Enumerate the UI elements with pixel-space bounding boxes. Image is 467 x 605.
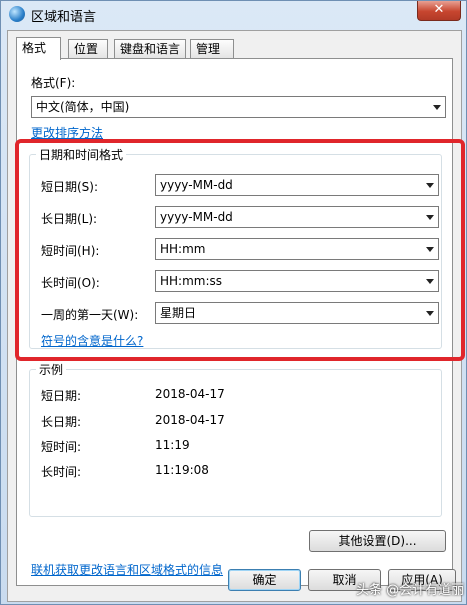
tab-formats[interactable]: 格式 (16, 37, 61, 60)
first-day-value: 星期日 (160, 306, 197, 320)
format-label: 格式(F): (31, 76, 76, 90)
datetime-group-title: 日期和时间格式 (36, 146, 127, 163)
example-long-date-label: 长日期: (41, 415, 82, 429)
format-select[interactable]: 中文(简体，中国) (31, 96, 446, 118)
close-button[interactable]: ✕ (417, 1, 461, 21)
change-sort-link[interactable]: 更改排序方法 (31, 124, 103, 141)
long-time-label: 长时间(O): (41, 276, 100, 290)
short-time-select[interactable]: HH:mm (155, 238, 439, 260)
example-long-time-label: 长时间: (41, 465, 82, 479)
symbol-meaning-link[interactable]: 符号的含意是什么? (41, 332, 143, 349)
globe-icon (9, 6, 25, 22)
watermark-text: 头条 @会计有道丽 (356, 583, 465, 598)
example-long-time-value: 11:19:08 (155, 463, 209, 477)
example-short-time-label: 短时间: (41, 440, 82, 454)
chevron-down-icon (426, 279, 434, 284)
tab-location[interactable]: 位置 (68, 39, 108, 58)
example-short-time-value: 11:19 (155, 438, 190, 452)
short-date-label: 短日期(S): (41, 180, 99, 194)
examples-group-title: 示例 (36, 361, 67, 378)
chevron-down-icon (426, 215, 434, 220)
formats-panel: 格式(F): 中文(简体，中国) 更改排序方法 日期和时间格式 短日期(S): … (16, 58, 453, 586)
short-time-value: HH:mm (160, 242, 206, 256)
chevron-down-icon (426, 183, 434, 188)
chevron-down-icon (433, 105, 441, 110)
format-select-value: 中文(简体，中国) (36, 100, 130, 114)
tab-keyboards-languages[interactable]: 键盘和语言 (114, 39, 186, 58)
other-settings-button[interactable]: 其他设置(D)... (309, 530, 446, 552)
example-long-date-value: 2018-04-17 (155, 413, 225, 427)
first-day-label: 一周的第一天(W): (41, 308, 139, 322)
example-short-date-value: 2018-04-17 (155, 387, 225, 401)
chevron-down-icon (426, 247, 434, 252)
long-date-label: 长日期(L): (41, 212, 98, 226)
first-day-select[interactable]: 星期日 (155, 302, 439, 324)
short-date-value: yyyy-MM-dd (160, 178, 233, 192)
long-date-select[interactable]: yyyy-MM-dd (155, 206, 439, 228)
dialog-client-area: 格式 位置 键盘和语言 管理 格式(F): 中文(简体，中国) 更改排序方法 日… (7, 30, 462, 602)
examples-group: 示例 (29, 361, 442, 517)
short-time-label: 短时间(H): (41, 244, 100, 258)
region-language-dialog: 区域和语言 ✕ 格式 位置 键盘和语言 管理 格式(F): 中文(简体，中国) … (0, 0, 467, 605)
long-time-value: HH:mm:ss (160, 274, 223, 288)
example-short-date-label: 短日期: (41, 389, 82, 403)
short-date-select[interactable]: yyyy-MM-dd (155, 174, 439, 196)
ok-button[interactable]: 确定 (228, 569, 301, 591)
long-time-select[interactable]: HH:mm:ss (155, 270, 439, 292)
tab-administrative[interactable]: 管理 (190, 39, 234, 58)
online-info-link[interactable]: 联机获取更改语言和区域格式的信息 (31, 561, 223, 578)
title-bar[interactable]: 区域和语言 ✕ (1, 1, 466, 27)
chevron-down-icon (426, 311, 434, 316)
window-title: 区域和语言 (31, 10, 97, 25)
long-date-value: yyyy-MM-dd (160, 210, 233, 224)
